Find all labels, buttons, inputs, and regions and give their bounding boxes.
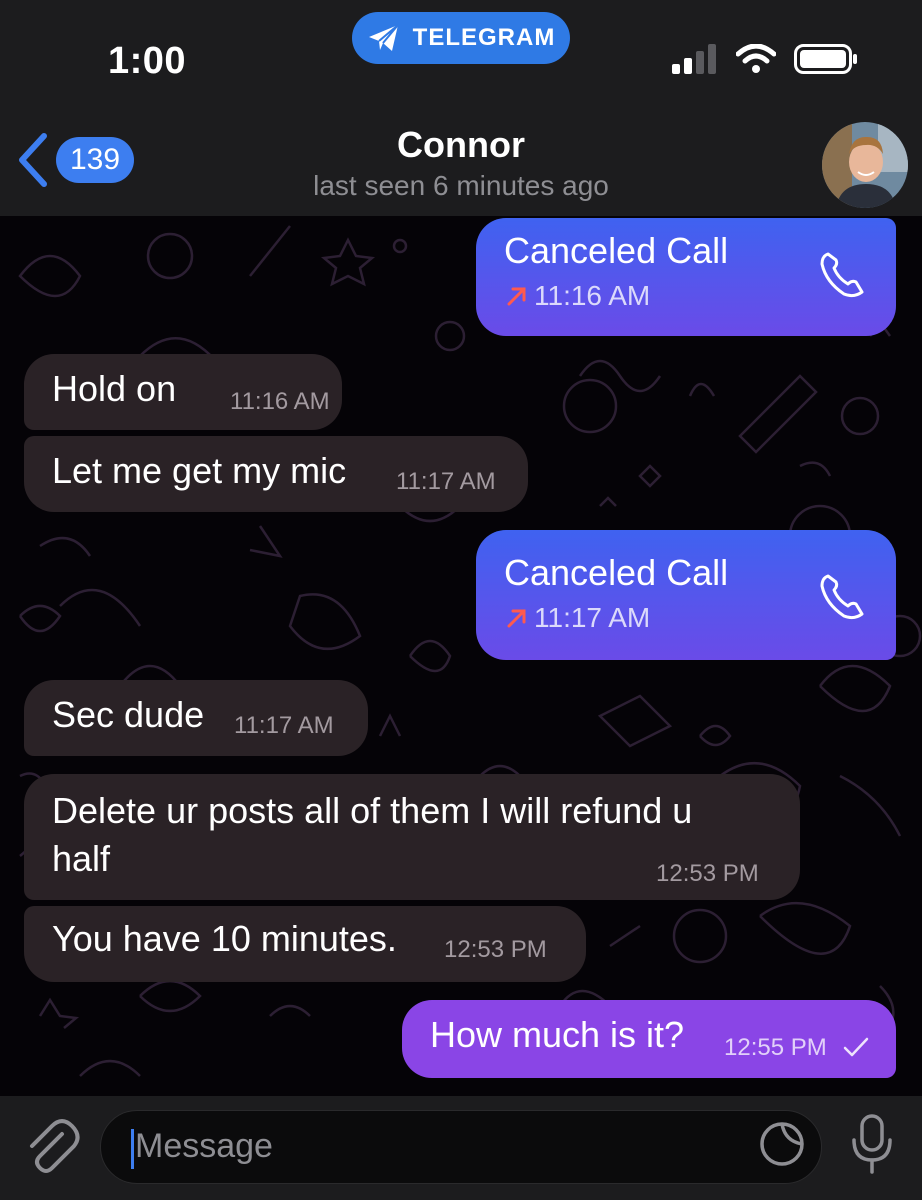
telegram-return-pill[interactable]: TELEGRAM [352, 12, 570, 64]
signal-bars-icon [672, 44, 716, 74]
message-text: You have 10 minutes. [52, 918, 397, 959]
text-caret [131, 1129, 134, 1169]
incoming-message-bubble[interactable]: Delete ur posts all of them I will refun… [24, 774, 800, 900]
paper-plane-icon [368, 24, 399, 51]
incoming-message-bubble[interactable]: Sec dude 11:17 AM [24, 680, 368, 756]
phone-icon [820, 252, 864, 298]
message-input[interactable]: Message [100, 1110, 822, 1184]
message-text: Let me get my mic [52, 450, 347, 491]
call-time: 11:17 AM [534, 602, 651, 633]
message-text: How much is it? [430, 1014, 685, 1055]
call-status-label: Canceled Call [504, 230, 729, 271]
message-placeholder: Message [135, 1127, 273, 1165]
telegram-pill-label: TELEGRAM [412, 24, 556, 51]
message-time: 11:17 AM [234, 712, 334, 739]
message-time: 12:55 PM [724, 1034, 827, 1061]
message-text: Hold on [52, 368, 177, 409]
call-status-label: Canceled Call [504, 552, 729, 593]
avatar-photo [822, 122, 908, 208]
status-icons [672, 44, 858, 74]
chat-title[interactable]: Connor [0, 124, 922, 166]
microphone-icon [852, 1114, 892, 1174]
message-time: 12:53 PM [444, 936, 547, 963]
call-time: 11:16 AM [534, 280, 651, 311]
attach-button[interactable] [22, 1118, 80, 1181]
call-meta: 11:17 AM [506, 602, 650, 634]
chat-area[interactable]: Canceled Call 11:16 AM Hold on 11:16 AM … [0, 216, 922, 1096]
message-time: 11:17 AM [396, 468, 496, 495]
incoming-message-bubble[interactable]: Hold on 11:16 AM [24, 354, 342, 430]
battery-icon [794, 44, 857, 74]
avatar[interactable] [822, 122, 908, 208]
voice-record-button[interactable] [846, 1112, 898, 1181]
last-seen-status: last seen 6 minutes ago [313, 170, 609, 201]
wifi-icon [736, 44, 776, 73]
call-back-button[interactable] [816, 248, 870, 307]
outgoing-call-bubble[interactable]: Canceled Call 11:17 AM [476, 530, 896, 660]
incoming-message-bubble[interactable]: Let me get my mic 11:17 AM [24, 436, 528, 512]
call-back-button[interactable] [816, 570, 870, 629]
message-time: 11:16 AM [230, 388, 330, 415]
arrow-up-right-icon [507, 287, 526, 306]
top-bar: 1:00 TELEGRAM 139 Connor last seen 6 min… [0, 0, 922, 216]
outgoing-call-bubble[interactable]: Canceled Call 11:16 AM [476, 218, 896, 336]
sticker-icon [760, 1122, 804, 1166]
sent-check-icon [843, 1037, 869, 1057]
status-time: 1:00 [108, 40, 187, 82]
composer-bar: Message [0, 1096, 922, 1200]
incoming-message-bubble[interactable]: You have 10 minutes. 12:53 PM [24, 906, 586, 982]
phone-icon [820, 574, 864, 620]
message-text: Sec dude [52, 694, 205, 735]
message-text-line-2: half [52, 838, 111, 879]
message-time: 12:53 PM [656, 860, 759, 887]
outgoing-message-bubble[interactable]: How much is it? 12:55 PM [402, 1000, 896, 1078]
arrow-up-right-icon [507, 609, 526, 628]
paperclip-icon [30, 1119, 80, 1173]
message-text-line-1: Delete ur posts all of them I will refun… [52, 790, 693, 831]
sticker-button[interactable] [757, 1119, 807, 1174]
call-meta: 11:16 AM [506, 280, 650, 312]
